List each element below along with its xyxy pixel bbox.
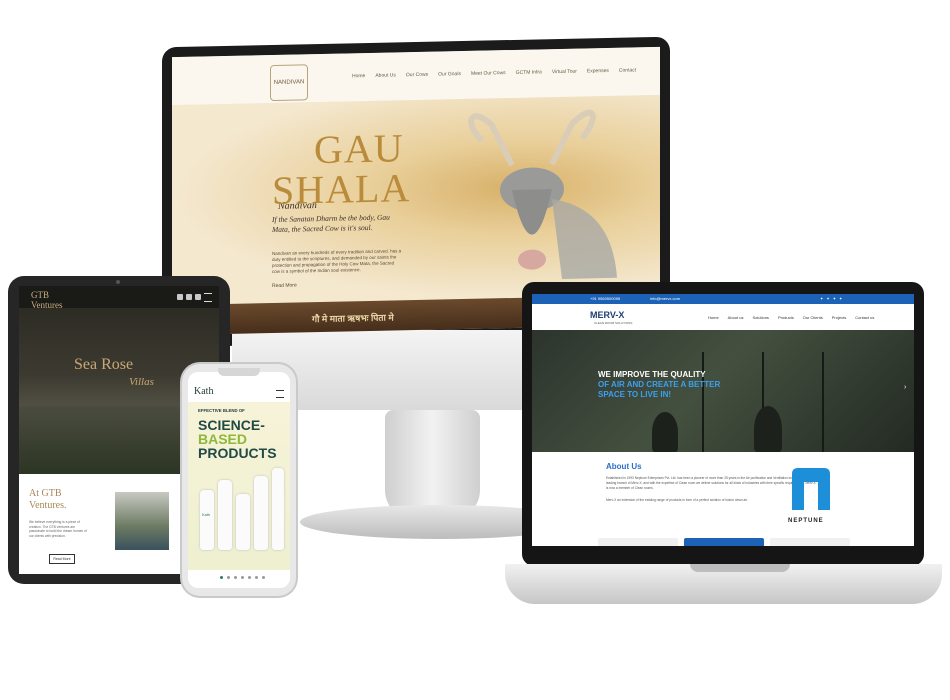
section-title: At GTB Ventures. bbox=[29, 488, 67, 512]
about-text-2: Merv-X an extension of the existing rang… bbox=[606, 498, 748, 502]
laptop-screen: +91 9560500095 info@mervx.com ✦✦✦✦ MERV-… bbox=[532, 294, 914, 546]
about-title: About Us bbox=[606, 462, 642, 471]
window-frame bbox=[822, 352, 824, 452]
hero-paragraph: Nandivan an every hundreds of every trad… bbox=[272, 248, 402, 275]
hero-headline-1: SCIENCE- bbox=[198, 417, 265, 433]
window-frame bbox=[702, 352, 704, 452]
carousel-dot[interactable] bbox=[248, 576, 251, 579]
hero-heading-accent: OF AIR AND CREATE A BETTER SPACE TO LIVE… bbox=[598, 380, 721, 399]
site-logo[interactable]: GTB Ventures bbox=[31, 290, 63, 310]
phone-screen: Kath EFFECTIVE BLEND OF SCIENCE- BASED P… bbox=[188, 372, 290, 588]
feature-card-active[interactable] bbox=[684, 538, 764, 546]
section-title-line1: At GTB bbox=[29, 488, 62, 499]
slider-next-icon[interactable]: › bbox=[904, 384, 906, 391]
hero-person bbox=[652, 412, 678, 452]
nav-item[interactable]: Our Goals bbox=[438, 71, 461, 77]
hero-heading: WE IMPROVE THE QUALITY bbox=[598, 370, 706, 379]
about-text: Established in 1993 Neptune Enterprises … bbox=[606, 476, 816, 490]
nav-item[interactable]: About Us bbox=[375, 72, 396, 78]
cow-illustration bbox=[468, 109, 617, 279]
nav-item[interactable]: Products bbox=[778, 315, 794, 320]
nav-item[interactable]: Solutions bbox=[752, 315, 768, 320]
facebook-icon[interactable] bbox=[177, 294, 183, 300]
social-icons[interactable]: ✦✦✦✦ bbox=[820, 296, 845, 301]
menu-icon[interactable] bbox=[276, 390, 284, 398]
nav-item[interactable]: GCTM Infra bbox=[516, 69, 542, 76]
menu-icon[interactable] bbox=[204, 293, 212, 302]
neptune-logo-icon bbox=[792, 468, 830, 510]
bottle-label: Kath bbox=[202, 512, 211, 517]
carousel-dot[interactable] bbox=[234, 576, 237, 579]
nav-item[interactable]: Contact bbox=[619, 67, 636, 73]
site-nav: Home About us Solutions Products Our Cli… bbox=[708, 315, 874, 320]
carousel-dot[interactable] bbox=[255, 576, 258, 579]
site-logo-subtitle: CLEAN ROOM SOLUTIONS bbox=[594, 321, 633, 325]
social-icons bbox=[177, 294, 201, 300]
laptop-notch bbox=[690, 564, 790, 572]
carousel-dot[interactable] bbox=[241, 576, 244, 579]
partner-logo-text: NEPTUNE bbox=[788, 518, 824, 524]
site-logo[interactable]: MERV-X bbox=[590, 310, 624, 320]
top-bar-phone[interactable]: +91 9560500095 bbox=[590, 296, 620, 301]
nav-item[interactable]: About us bbox=[728, 315, 744, 320]
nav-item[interactable]: Virtual Tour bbox=[552, 69, 577, 76]
hero-pretitle: EFFECTIVE BLEND OF bbox=[198, 408, 245, 413]
product-bottle bbox=[272, 468, 284, 550]
twitter-icon[interactable] bbox=[195, 294, 201, 300]
site-logo-mark: GTB bbox=[31, 290, 49, 300]
nav-item[interactable]: Home bbox=[708, 315, 719, 320]
hero-headline-2: BASED bbox=[198, 431, 248, 447]
feature-card[interactable] bbox=[770, 538, 850, 546]
camera-icon bbox=[116, 280, 120, 284]
nav-item[interactable]: Home bbox=[352, 73, 365, 79]
section-title-line2: Ventures. bbox=[29, 500, 67, 511]
hero-title: Sea Rose bbox=[74, 356, 134, 373]
site-logo[interactable]: Kath bbox=[194, 386, 213, 397]
product-bottle bbox=[236, 494, 250, 550]
carousel-dot[interactable] bbox=[220, 576, 223, 579]
phone-notch bbox=[218, 368, 260, 376]
hero-subtitle: Villas bbox=[129, 376, 154, 388]
top-bar-email[interactable]: info@mervx.com bbox=[650, 296, 680, 301]
feature-card[interactable] bbox=[598, 538, 678, 546]
carousel-dot[interactable] bbox=[227, 576, 230, 579]
product-bottle bbox=[200, 490, 214, 550]
read-more-button[interactable]: Read More bbox=[49, 554, 75, 564]
product-bottle bbox=[254, 476, 268, 550]
hero-title-line2: SHALA bbox=[272, 165, 411, 214]
villa-photo bbox=[115, 492, 169, 550]
carousel-dot[interactable] bbox=[262, 576, 265, 579]
nav-item[interactable]: Expenses bbox=[587, 68, 609, 74]
imac-stand bbox=[385, 410, 480, 520]
hero-headline-3: PRODUCTS bbox=[198, 445, 277, 461]
nav-item[interactable]: Projects bbox=[832, 315, 846, 320]
nav-item[interactable]: Our Clients bbox=[803, 315, 823, 320]
site-logo[interactable]: NANDIVAN bbox=[270, 64, 308, 102]
hero-person bbox=[754, 406, 782, 452]
instagram-icon[interactable] bbox=[186, 294, 192, 300]
hero-quote: If the Sanatan Dharm be the body, Gau Ma… bbox=[272, 212, 390, 235]
section-text: We believe everything is a piece of crea… bbox=[29, 520, 87, 538]
nav-item[interactable]: Our Cows bbox=[406, 72, 428, 78]
banner-strip-text: गौ मे माता ऋषभः पिता मे bbox=[312, 312, 394, 325]
read-more-link[interactable]: Read More bbox=[272, 282, 297, 289]
nav-item[interactable]: Meet Our Cows bbox=[471, 70, 506, 77]
nav-item[interactable]: Contact us bbox=[855, 315, 874, 320]
carousel-dots bbox=[220, 576, 265, 579]
product-bottle bbox=[218, 480, 232, 550]
